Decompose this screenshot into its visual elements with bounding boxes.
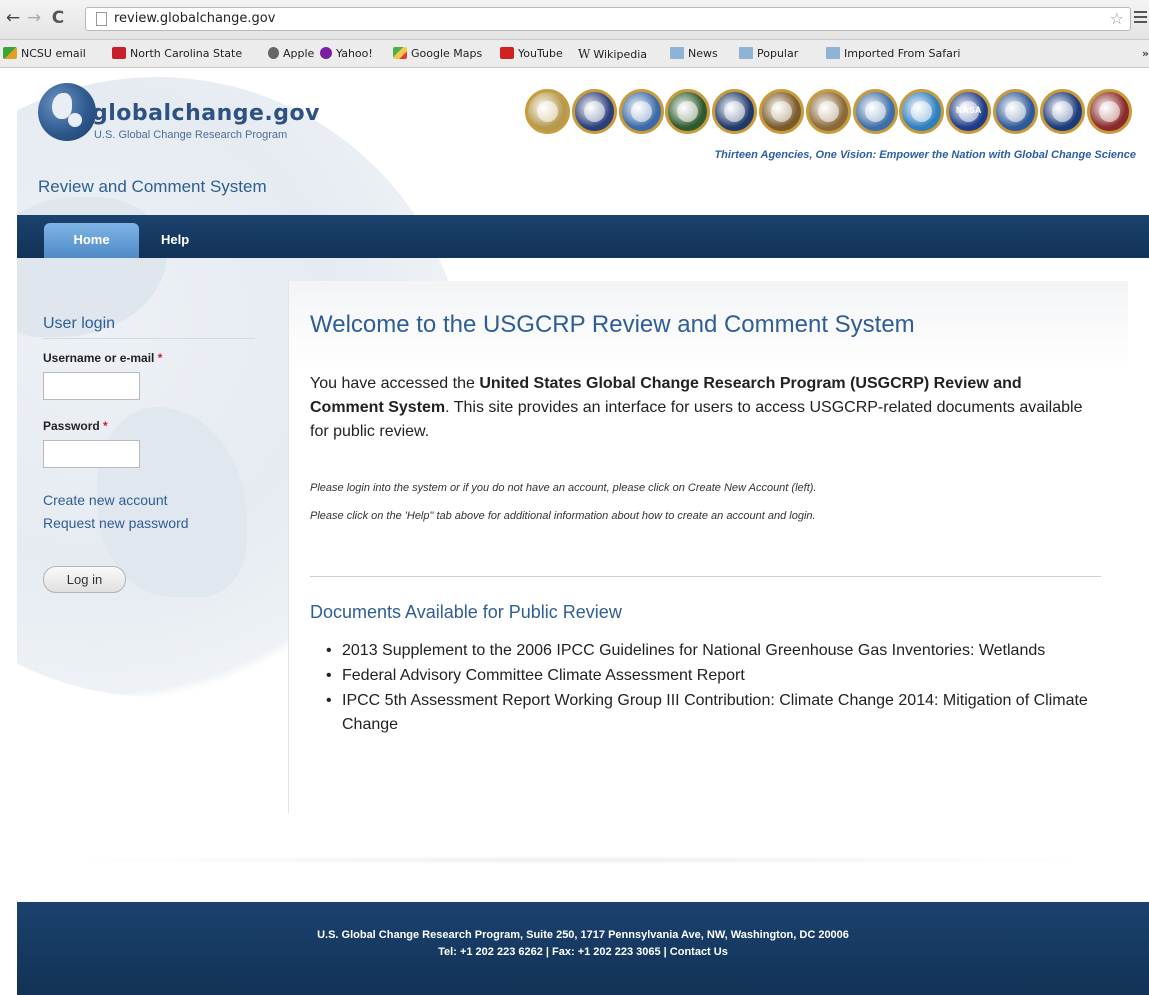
required-mark: * bbox=[103, 419, 108, 433]
agency-seal-icon[interactable] bbox=[712, 89, 758, 134]
main-content: Welcome to the USGCRP Review and Comment… bbox=[288, 281, 1128, 813]
reload-icon[interactable]: C bbox=[48, 8, 68, 28]
ncsu-icon bbox=[3, 47, 17, 59]
bookmark-label: Imported From Safari bbox=[844, 47, 961, 60]
username-label-text: Username or e-mail bbox=[43, 351, 155, 365]
agency-seal-icon[interactable] bbox=[1086, 89, 1132, 134]
bookmark-apple[interactable]: Apple bbox=[268, 47, 314, 63]
bookmark-label: Google Maps bbox=[411, 47, 483, 60]
folder-icon bbox=[670, 47, 684, 59]
page-icon bbox=[96, 12, 107, 26]
ncstate-icon bbox=[112, 47, 126, 59]
footer-contact-text: Tel: +1 202 223 6262 | Fax: +1 202 223 3… bbox=[438, 946, 670, 958]
folder-icon bbox=[826, 47, 840, 59]
agency-seal-icon[interactable] bbox=[571, 89, 617, 134]
site-name[interactable]: Review and Comment System bbox=[38, 177, 267, 197]
username-label: Username or e-mail * bbox=[43, 351, 162, 365]
main-nav: Home Help bbox=[17, 215, 1149, 258]
bookmark-label: NCSU email bbox=[21, 47, 86, 60]
logo-globe-icon[interactable] bbox=[38, 83, 96, 141]
page-title: Welcome to the USGCRP Review and Comment… bbox=[310, 311, 915, 338]
bookmark-label: Yahoo! bbox=[336, 47, 373, 60]
content-shadow bbox=[57, 856, 1107, 864]
bookmark-google-maps[interactable]: Google Maps bbox=[393, 47, 482, 63]
apple-icon bbox=[268, 47, 279, 59]
agency-seal-icon[interactable] bbox=[618, 89, 664, 134]
bookmark-news[interactable]: News bbox=[670, 47, 718, 63]
agency-seal-icon[interactable] bbox=[805, 89, 851, 134]
browser-toolbar: ← → C review.globalchange.gov ☆ bbox=[0, 0, 1149, 40]
footer-address: U.S. Global Change Research Program, Sui… bbox=[317, 929, 849, 941]
back-arrow-icon[interactable]: ← bbox=[3, 8, 23, 28]
more-bookmarks-icon[interactable]: » bbox=[1142, 47, 1149, 60]
password-label-text: Password bbox=[43, 419, 100, 433]
youtube-icon bbox=[500, 47, 514, 59]
agency-seal-icon[interactable] bbox=[852, 89, 898, 134]
agency-seal-icon[interactable] bbox=[993, 89, 1038, 134]
agency-seal-icon[interactable]: NASA bbox=[946, 89, 992, 134]
agency-seal-icon[interactable] bbox=[1039, 89, 1085, 134]
divider bbox=[310, 576, 1101, 577]
username-field[interactable] bbox=[43, 372, 140, 400]
bookmark-star-icon[interactable]: ☆ bbox=[1110, 9, 1124, 28]
agency-seal-icon[interactable] bbox=[759, 89, 804, 134]
logo-subtitle: U.S. Global Change Research Program bbox=[94, 129, 288, 141]
forward-arrow-icon[interactable]: → bbox=[24, 8, 44, 28]
footer: U.S. Global Change Research Program, Sui… bbox=[17, 902, 1149, 995]
bookmark-label: North Carolina State bbox=[130, 47, 243, 60]
bookmark-label: Apple bbox=[283, 47, 315, 60]
tab-home[interactable]: Home bbox=[44, 223, 139, 258]
folder-icon bbox=[739, 47, 753, 59]
site: globalchange.gov U.S. Global Change Rese… bbox=[17, 69, 1149, 995]
required-mark: * bbox=[157, 351, 163, 365]
wikipedia-icon: W bbox=[578, 47, 591, 61]
contact-us-link[interactable]: Contact Us bbox=[670, 946, 728, 958]
document-item[interactable]: 2013 Supplement to the 2006 IPCC Guideli… bbox=[310, 639, 1090, 663]
request-password-link[interactable]: Request new password bbox=[43, 515, 189, 531]
password-label: Password * bbox=[43, 419, 108, 433]
intro-paragraph: You have accessed the United States Glob… bbox=[310, 372, 1090, 444]
agency-seal-icon[interactable] bbox=[665, 89, 711, 134]
agency-seals: NASA bbox=[525, 89, 1135, 139]
user-login-title: User login bbox=[43, 315, 116, 332]
create-account-link[interactable]: Create new account bbox=[43, 492, 168, 508]
document-item[interactable]: IPCC 5th Assessment Report Working Group… bbox=[310, 689, 1090, 737]
document-item[interactable]: Federal Advisory Committee Climate Asses… bbox=[310, 664, 1090, 688]
login-button[interactable]: Log in bbox=[43, 566, 126, 593]
bookmark-youtube[interactable]: YouTube bbox=[500, 47, 563, 63]
menu-icon[interactable] bbox=[1134, 8, 1149, 28]
divider bbox=[43, 338, 255, 339]
documents-list: 2013 Supplement to the 2006 IPCC Guideli… bbox=[310, 639, 1090, 738]
nasa-label: NASA bbox=[955, 105, 982, 115]
bookmarks-bar: NCSU email North Carolina State Apple Ya… bbox=[0, 40, 1149, 68]
password-field[interactable] bbox=[43, 440, 140, 468]
logo-title[interactable]: globalchange.gov bbox=[92, 101, 320, 126]
tab-help[interactable]: Help bbox=[161, 223, 189, 258]
intro-text: You have accessed the bbox=[310, 375, 480, 392]
agency-seal-icon[interactable] bbox=[525, 89, 570, 134]
bookmark-ncsu-email[interactable]: NCSU email bbox=[3, 47, 86, 63]
bookmark-label: Wikipedia bbox=[593, 48, 647, 61]
bookmark-imported-from-safari[interactable]: Imported From Safari bbox=[826, 47, 960, 63]
maps-icon bbox=[393, 47, 407, 59]
agency-seal-icon[interactable] bbox=[899, 89, 945, 134]
help-note: Please click on the 'Help" tab above for… bbox=[310, 510, 816, 522]
bookmark-label: YouTube bbox=[518, 47, 563, 60]
bookmark-label: Popular bbox=[757, 47, 799, 60]
footer-contact: Tel: +1 202 223 6262 | Fax: +1 202 223 3… bbox=[17, 946, 1149, 958]
bookmark-yahoo[interactable]: Yahoo! bbox=[320, 47, 373, 63]
login-note: Please login into the system or if you d… bbox=[310, 482, 817, 494]
address-bar[interactable]: review.globalchange.gov ☆ bbox=[85, 7, 1131, 31]
tagline: Thirteen Agencies, One Vision: Empower t… bbox=[714, 149, 1136, 161]
documents-title: Documents Available for Public Review bbox=[310, 602, 622, 622]
bookmark-wikipedia[interactable]: W Wikipedia bbox=[578, 47, 647, 63]
bookmark-label: News bbox=[688, 47, 718, 60]
bookmark-popular[interactable]: Popular bbox=[739, 47, 798, 63]
yahoo-icon bbox=[320, 47, 332, 59]
bookmark-north-carolina-state[interactable]: North Carolina State bbox=[112, 47, 242, 63]
url-text[interactable]: review.globalchange.gov bbox=[114, 11, 275, 26]
